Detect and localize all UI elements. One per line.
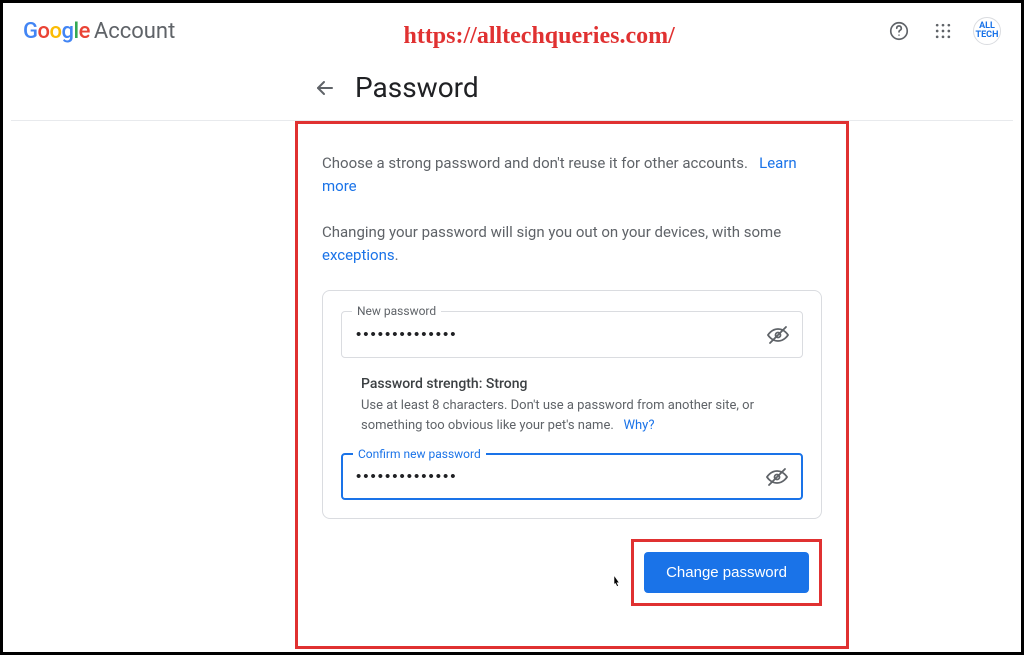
password-card: New password Password strength: Strong U… [322, 290, 822, 519]
google-logo: Google [23, 19, 90, 44]
change-password-button[interactable]: Change password [644, 552, 809, 593]
cursor-pointer-icon [608, 573, 624, 589]
header-left: Google Account [23, 19, 175, 44]
toggle-visibility-icon[interactable] [766, 323, 790, 347]
header-right: ALL TECH [885, 17, 1001, 45]
strength-title: Password strength: Strong [361, 376, 797, 392]
intro-text: Choose a strong password and don't reuse… [322, 154, 748, 172]
apps-grid-icon[interactable] [929, 17, 957, 45]
why-link[interactable]: Why? [623, 418, 654, 433]
new-password-label: New password [352, 304, 441, 318]
strength-hint: Use at least 8 characters. Don't use a p… [361, 396, 797, 435]
confirm-password-input[interactable] [356, 468, 754, 485]
confirm-password-label: Confirm new password [353, 447, 486, 461]
strength-block: Password strength: Strong Use at least 8… [341, 358, 803, 453]
new-password-input[interactable] [356, 326, 754, 343]
watermark-text: https://alltechqueries.com/ [403, 23, 674, 50]
action-highlight: Change password [631, 539, 822, 606]
help-icon[interactable] [885, 17, 913, 45]
avatar[interactable]: ALL TECH [973, 17, 1001, 45]
intro-line-1: Choose a strong password and don't reuse… [322, 152, 822, 197]
page-title-row: Password [3, 59, 1021, 120]
intro2-period: . [395, 246, 399, 264]
password-content-highlight: Choose a strong password and don't reuse… [295, 121, 849, 649]
intro-line-2: Changing your password will sign you out… [322, 221, 822, 266]
account-label: Account [94, 19, 175, 44]
strength-msg-text: Use at least 8 characters. Don't use a p… [361, 398, 754, 433]
back-arrow-icon[interactable] [313, 76, 337, 100]
toggle-visibility-icon[interactable] [765, 465, 789, 489]
new-password-field[interactable]: New password [341, 311, 803, 358]
action-row: Change password [322, 539, 822, 606]
intro2-text: Changing your password will sign you out… [322, 223, 781, 241]
confirm-password-field[interactable]: Confirm new password [341, 453, 803, 500]
exceptions-link[interactable]: exceptions [322, 246, 395, 264]
page-title: Password [355, 71, 479, 104]
